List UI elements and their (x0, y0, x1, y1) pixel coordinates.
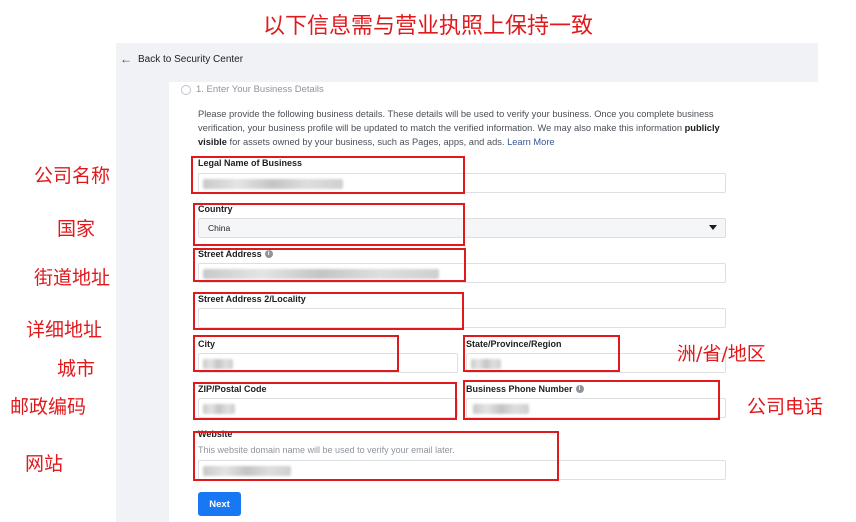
annotation-city: 城市 (57, 358, 96, 380)
highlight-street (193, 248, 466, 282)
radio-circle-icon (181, 84, 191, 95)
caret-down-icon (709, 225, 717, 230)
learn-more-link[interactable]: Learn More (507, 137, 555, 147)
annotation-title: 以下信息需与营业执照上保持一致 (262, 14, 593, 39)
description-part2: for assets owned by your business, such … (226, 137, 508, 147)
annotation-street2: 详细地址 (26, 319, 103, 341)
annotation-postal: 邮政编码 (10, 396, 87, 418)
annotation-website: 网站 (25, 453, 64, 475)
back-link-label: Back to Security Center (138, 53, 244, 65)
highlight-legal-name (191, 156, 465, 194)
annotation-legal-name: 公司名称 (34, 165, 111, 187)
description-part1: Please provide the following business de… (198, 109, 714, 133)
step-label: 1. Enter Your Business Details (196, 84, 324, 95)
annotation-street: 街道地址 (34, 267, 111, 289)
annotation-country: 国家 (57, 218, 96, 240)
annotation-phone: 公司电话 (747, 396, 824, 418)
highlight-country (193, 203, 465, 246)
highlight-website (193, 431, 559, 481)
highlight-state (463, 335, 620, 372)
next-button[interactable]: Next (198, 492, 241, 516)
highlight-street2 (193, 292, 464, 330)
step-header: 1. Enter Your Business Details (181, 84, 324, 95)
back-to-security-center-link[interactable]: ← Back to Security Center (120, 52, 243, 66)
arrow-left-icon: ← (120, 52, 132, 66)
highlight-city (193, 335, 399, 372)
highlight-postal (193, 382, 457, 420)
description-text: Please provide the following business de… (198, 107, 728, 149)
annotation-state: 洲/省/地区 (677, 343, 766, 365)
highlight-phone (463, 380, 720, 420)
